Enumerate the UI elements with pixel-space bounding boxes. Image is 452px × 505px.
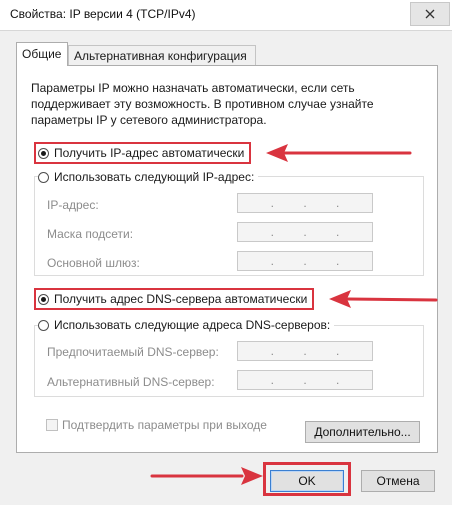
preferred-dns-label: Предпочитаемый DNS-сервер: <box>47 345 219 359</box>
alternate-dns-label: Альтернативный DNS-сервер: <box>47 375 215 389</box>
tab-general[interactable]: Общие <box>16 42 68 66</box>
cancel-button[interactable]: Отмена <box>361 470 435 492</box>
default-gateway-label: Основной шлюз: <box>47 256 140 270</box>
preferred-dns-input[interactable]: ... <box>237 341 373 361</box>
radio-ip-auto-indicator[interactable] <box>38 147 49 159</box>
window-title: Свойства: IP версии 4 (TCP/IPv4) <box>10 7 196 21</box>
dns-auto-highlight: Получить адрес DNS-сервера автоматически <box>33 288 315 310</box>
radio-ip-manual[interactable]: Использовать следующий IP-адрес: <box>38 170 259 184</box>
radio-ip-auto[interactable]: Получить IP-адрес автоматически <box>33 142 252 164</box>
radio-dns-auto[interactable]: Получить адрес DNS-сервера автоматически <box>33 288 315 310</box>
subnet-mask-label: Маска подсети: <box>47 227 134 241</box>
radio-dns-auto-label: Получить адрес DNS-сервера автоматически <box>54 292 308 306</box>
ip-auto-highlight: Получить IP-адрес автоматически <box>33 142 252 164</box>
ip-address-input[interactable]: ... <box>237 193 373 213</box>
radio-ip-auto-label: Получить IP-адрес автоматически <box>54 146 245 160</box>
validate-on-exit-checkbox[interactable] <box>46 419 58 431</box>
radio-ip-manual-label: Использовать следующий IP-адрес: <box>54 170 255 184</box>
radio-ip-manual-indicator[interactable] <box>38 171 49 183</box>
tab-alternate-config[interactable]: Альтернативная конфигурация <box>68 45 256 65</box>
ok-highlight <box>263 462 351 496</box>
radio-dns-manual-label: Использовать следующие адреса DNS-сервер… <box>54 318 331 332</box>
alternate-dns-input[interactable]: ... <box>237 370 373 390</box>
subnet-mask-input[interactable]: ... <box>237 222 373 242</box>
ipv4-properties-dialog: Свойства: IP версии 4 (TCP/IPv4) Общие А… <box>0 0 452 505</box>
radio-dns-auto-indicator[interactable] <box>38 293 49 305</box>
advanced-button[interactable]: Дополнительно... <box>305 421 420 443</box>
annotation-arrow-dns-icon <box>329 290 438 308</box>
title-bar[interactable]: Свойства: IP версии 4 (TCP/IPv4) <box>0 0 452 30</box>
validate-on-exit[interactable]: Подтвердить параметры при выходе <box>46 418 267 432</box>
ip-address-label: IP-адрес: <box>47 198 99 212</box>
radio-dns-manual-indicator[interactable] <box>38 319 49 331</box>
annotation-arrow-ip-icon <box>266 144 412 162</box>
validate-on-exit-label: Подтвердить параметры при выходе <box>62 418 267 432</box>
default-gateway-input[interactable]: ... <box>237 251 373 271</box>
description-text: Параметры IP можно назначать автоматичес… <box>31 81 374 127</box>
annotation-arrow-ok-icon <box>150 467 263 485</box>
close-icon <box>425 9 435 19</box>
close-button[interactable] <box>410 2 450 26</box>
radio-dns-manual[interactable]: Использовать следующие адреса DNS-сервер… <box>38 318 335 332</box>
